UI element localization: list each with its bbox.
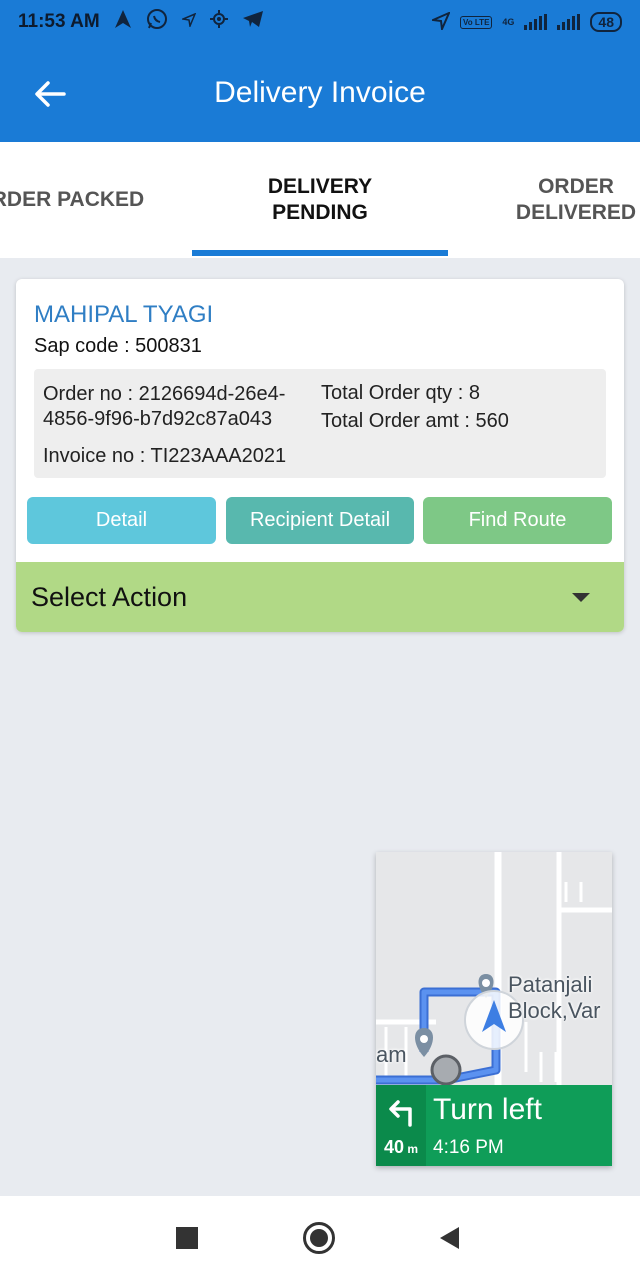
- tab-label: RDER PACKED: [0, 188, 145, 211]
- network-type-label: 4G: [502, 17, 515, 27]
- location-arrow-icon: [179, 11, 197, 33]
- tab-label: DELIVERY PENDING: [267, 175, 373, 224]
- home-icon[interactable]: [303, 1222, 335, 1254]
- tab-order-delivered[interactable]: ORDER DELIVERED: [448, 142, 640, 258]
- turn-instruction-panel: 40 m Turn left 4:16 PM: [376, 1085, 612, 1166]
- turn-instruction: Turn left: [433, 1093, 542, 1126]
- status-time: 11:53 AM: [18, 11, 100, 32]
- sap-code: Sap code : 500831: [34, 335, 202, 357]
- tab-bar: RDER PACKED DELIVERY PENDING ORDER DELIVER…: [0, 142, 640, 258]
- order-info-box: Order no : 2126694d-26e4-4856-9f96-b7d92…: [34, 369, 606, 478]
- turn-left-icon: [389, 1100, 412, 1127]
- tab-delivery-pending[interactable]: DELIVERY PENDING: [192, 142, 448, 258]
- tab-indicator: [192, 250, 448, 256]
- telegram-icon: [242, 10, 264, 34]
- invoice-number: Invoice no : TI223AAA2021: [43, 445, 287, 467]
- customer-name: MAHIPAL TYAGI: [34, 301, 214, 328]
- detail-button[interactable]: Detail: [27, 497, 216, 544]
- volte-icon: Vo LTE: [460, 15, 493, 29]
- order-card: MAHIPAL TYAGI Sap code : 500831 Order no…: [16, 279, 624, 632]
- recipient-detail-button[interactable]: Recipient Detail: [226, 497, 414, 544]
- notification-icons: [114, 8, 264, 36]
- chevron-down-icon: [572, 593, 590, 602]
- find-route-button[interactable]: Find Route: [423, 497, 612, 544]
- page-title: Delivery Invoice: [214, 76, 426, 109]
- recent-apps-icon[interactable]: [176, 1227, 198, 1249]
- turn-distance: 40 m: [384, 1137, 419, 1157]
- navigation-map-widget[interactable]: Patanjali Block,Var am 40 m Turn left 4:1…: [376, 852, 612, 1166]
- signal-icon: [524, 14, 548, 30]
- turn-indicator: 40 m: [376, 1085, 426, 1166]
- status-bar: 11:53 AM Vo LTE 4G 48: [0, 0, 640, 44]
- tab-label: ORDER DELIVERED: [515, 175, 637, 224]
- order-number: Order no : 2126694d-26e4-4856-9f96-b7d92…: [43, 383, 286, 430]
- whatsapp-icon: [146, 8, 168, 36]
- back-button[interactable]: [28, 72, 72, 116]
- back-triangle-icon[interactable]: [440, 1227, 459, 1249]
- navigation-arrow-icon: [114, 9, 132, 35]
- system-icons: Vo LTE 4G 48: [429, 10, 622, 33]
- gps-icon: [209, 10, 228, 34]
- eta-time: 4:16 PM: [433, 1137, 504, 1158]
- map-partial-label: am: [376, 1042, 407, 1067]
- app-bar: Delivery Invoice: [0, 44, 640, 142]
- select-action-dropdown[interactable]: Select Action: [16, 562, 624, 632]
- signal-icon-2: [557, 14, 581, 30]
- tab-order-packed[interactable]: RDER PACKED: [0, 142, 196, 258]
- select-action-label: Select Action: [31, 581, 188, 612]
- total-order-amt: Total Order amt : 560: [321, 410, 509, 432]
- battery-icon: 48: [590, 12, 622, 32]
- map-place-label: Patanjali Block,Var: [508, 972, 601, 1023]
- system-nav-bar: [0, 1196, 640, 1280]
- arrow-left-icon: [35, 81, 66, 107]
- total-order-qty: Total Order qty : 8: [321, 382, 480, 404]
- location-arrow-icon: [429, 10, 451, 33]
